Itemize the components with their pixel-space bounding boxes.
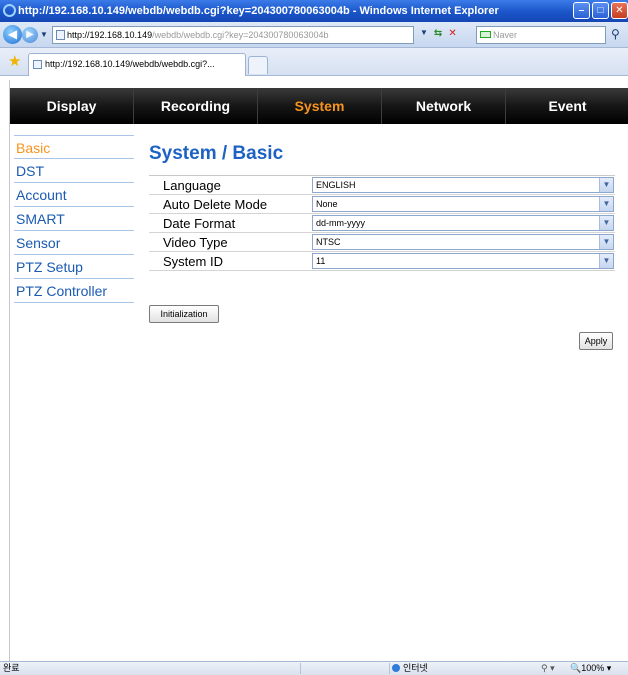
sidebar-item-smart[interactable]: SMART bbox=[14, 207, 134, 231]
globe-icon bbox=[392, 664, 400, 672]
nav-display[interactable]: Display bbox=[10, 88, 134, 124]
video-type-select[interactable]: NTSC ▼ bbox=[312, 234, 614, 250]
stop-icon[interactable]: ✕ bbox=[448, 28, 456, 39]
date-format-select[interactable]: dd-mm-yyyy ▼ bbox=[312, 215, 614, 231]
nav-event[interactable]: Event bbox=[506, 88, 628, 124]
setting-row-language: Language ENGLISH ▼ bbox=[149, 176, 615, 195]
ie-logo-icon bbox=[3, 4, 16, 17]
top-navigation: Display Recording System Network Event bbox=[10, 88, 628, 124]
main-content: System / Basic Language ENGLISH ▼ Auto D… bbox=[149, 136, 627, 350]
forward-button[interactable]: ▶ bbox=[22, 27, 38, 43]
language-label: Language bbox=[163, 178, 221, 193]
zoom-level[interactable]: 🔍100% ▾ bbox=[570, 662, 611, 675]
address-toolbar: ◀ ▶ ▼ http://192.168.10.149/webdb/webdb.… bbox=[0, 22, 628, 48]
page-title: System / Basic bbox=[149, 143, 284, 164]
sidebar-item-ptz-setup[interactable]: PTZ Setup bbox=[14, 255, 134, 279]
window-titlebar: http://192.168.10.149/webdb/webdb.cgi?ke… bbox=[0, 0, 628, 22]
history-dropdown-icon[interactable]: ▼ bbox=[40, 30, 48, 39]
setting-row-auto-delete: Auto Delete Mode None ▼ bbox=[149, 195, 615, 214]
apply-button[interactable]: Apply bbox=[579, 332, 613, 350]
auto-delete-label: Auto Delete Mode bbox=[163, 197, 268, 212]
chevron-down-icon[interactable]: ▼ bbox=[599, 216, 613, 230]
video-type-label: Video Type bbox=[163, 235, 228, 250]
tab-page-icon bbox=[33, 60, 42, 69]
setting-row-system-id: System ID 11 ▼ bbox=[149, 252, 615, 271]
favorites-star-icon[interactable]: ★ bbox=[8, 54, 21, 69]
security-zone: 인터넷 bbox=[392, 662, 428, 675]
url-path: /webdb/webdb.cgi?key=204300780063004b bbox=[152, 30, 329, 40]
system-id-label: System ID bbox=[163, 254, 223, 269]
sidebar-item-basic[interactable]: Basic bbox=[14, 135, 134, 159]
chevron-down-icon[interactable]: ▼ bbox=[599, 197, 613, 211]
close-button[interactable]: ✕ bbox=[611, 2, 628, 19]
system-id-select[interactable]: 11 ▼ bbox=[312, 253, 614, 269]
naver-icon bbox=[480, 31, 491, 38]
sidebar-item-dst[interactable]: DST bbox=[14, 159, 134, 183]
browser-tab[interactable]: http://192.168.10.149/webdb/webdb.cgi?..… bbox=[28, 53, 246, 76]
chevron-down-icon[interactable]: ▼ bbox=[599, 178, 613, 192]
window-controls: – □ ✕ bbox=[573, 2, 628, 19]
language-select[interactable]: ENGLISH ▼ bbox=[312, 177, 614, 193]
address-input[interactable]: http://192.168.10.149/webdb/webdb.cgi?ke… bbox=[52, 26, 414, 44]
tab-label: http://192.168.10.149/webdb/webdb.cgi?..… bbox=[45, 59, 215, 69]
video-type-value: NTSC bbox=[316, 237, 341, 247]
initialization-button[interactable]: Initialization bbox=[149, 305, 219, 323]
language-value: ENGLISH bbox=[316, 180, 356, 190]
settings-table: Language ENGLISH ▼ Auto Delete Mode None… bbox=[149, 175, 615, 271]
zone-label: 인터넷 bbox=[403, 663, 428, 673]
address-dropdown-icon[interactable]: ▼ bbox=[420, 28, 428, 39]
back-button[interactable]: ◀ bbox=[3, 25, 22, 44]
web-page: Display Recording System Network Event B… bbox=[9, 80, 628, 661]
nav-network[interactable]: Network bbox=[382, 88, 506, 124]
tab-bar: ★ http://192.168.10.149/webdb/webdb.cgi?… bbox=[0, 48, 628, 76]
search-placeholder: Naver bbox=[493, 30, 518, 40]
nav-system[interactable]: System bbox=[258, 88, 382, 124]
page-icon bbox=[56, 30, 65, 40]
status-bar: 완료 인터넷 ⚲ ▾ 🔍100% ▾ bbox=[0, 661, 628, 675]
status-dividers bbox=[300, 663, 390, 674]
chevron-down-icon[interactable]: ▼ bbox=[599, 235, 613, 249]
sidebar-item-ptz-controller[interactable]: PTZ Controller bbox=[14, 279, 134, 303]
auto-delete-value: None bbox=[316, 199, 338, 209]
sidebar: Basic DST Account SMART Sensor PTZ Setup… bbox=[14, 135, 134, 303]
status-text: 완료 bbox=[3, 663, 20, 673]
maximize-button[interactable]: □ bbox=[592, 2, 609, 19]
date-format-value: dd-mm-yyyy bbox=[316, 218, 365, 228]
minimize-button[interactable]: – bbox=[573, 2, 590, 19]
date-format-label: Date Format bbox=[163, 216, 236, 231]
address-actions: ▼ ⇆ ✕ bbox=[420, 28, 457, 39]
sidebar-item-sensor[interactable]: Sensor bbox=[14, 231, 134, 255]
url-host: http://192.168.10.149 bbox=[67, 30, 153, 40]
auto-delete-select[interactable]: None ▼ bbox=[312, 196, 614, 212]
sidebar-item-account[interactable]: Account bbox=[14, 183, 134, 207]
chevron-down-icon[interactable]: ▼ bbox=[599, 254, 613, 268]
window-title: http://192.168.10.149/webdb/webdb.cgi?ke… bbox=[18, 5, 499, 17]
nav-recording[interactable]: Recording bbox=[134, 88, 258, 124]
setting-row-video-type: Video Type NTSC ▼ bbox=[149, 233, 615, 252]
refresh-icon[interactable]: ⇆ bbox=[434, 28, 442, 39]
search-input[interactable]: Naver bbox=[476, 26, 606, 44]
search-icon[interactable]: ⚲ bbox=[611, 27, 620, 41]
system-id-value: 11 bbox=[316, 256, 326, 266]
setting-row-date-format: Date Format dd-mm-yyyy ▼ bbox=[149, 214, 615, 233]
protected-mode-icon[interactable]: ⚲ ▾ bbox=[541, 662, 555, 675]
new-tab-button[interactable] bbox=[248, 56, 268, 74]
